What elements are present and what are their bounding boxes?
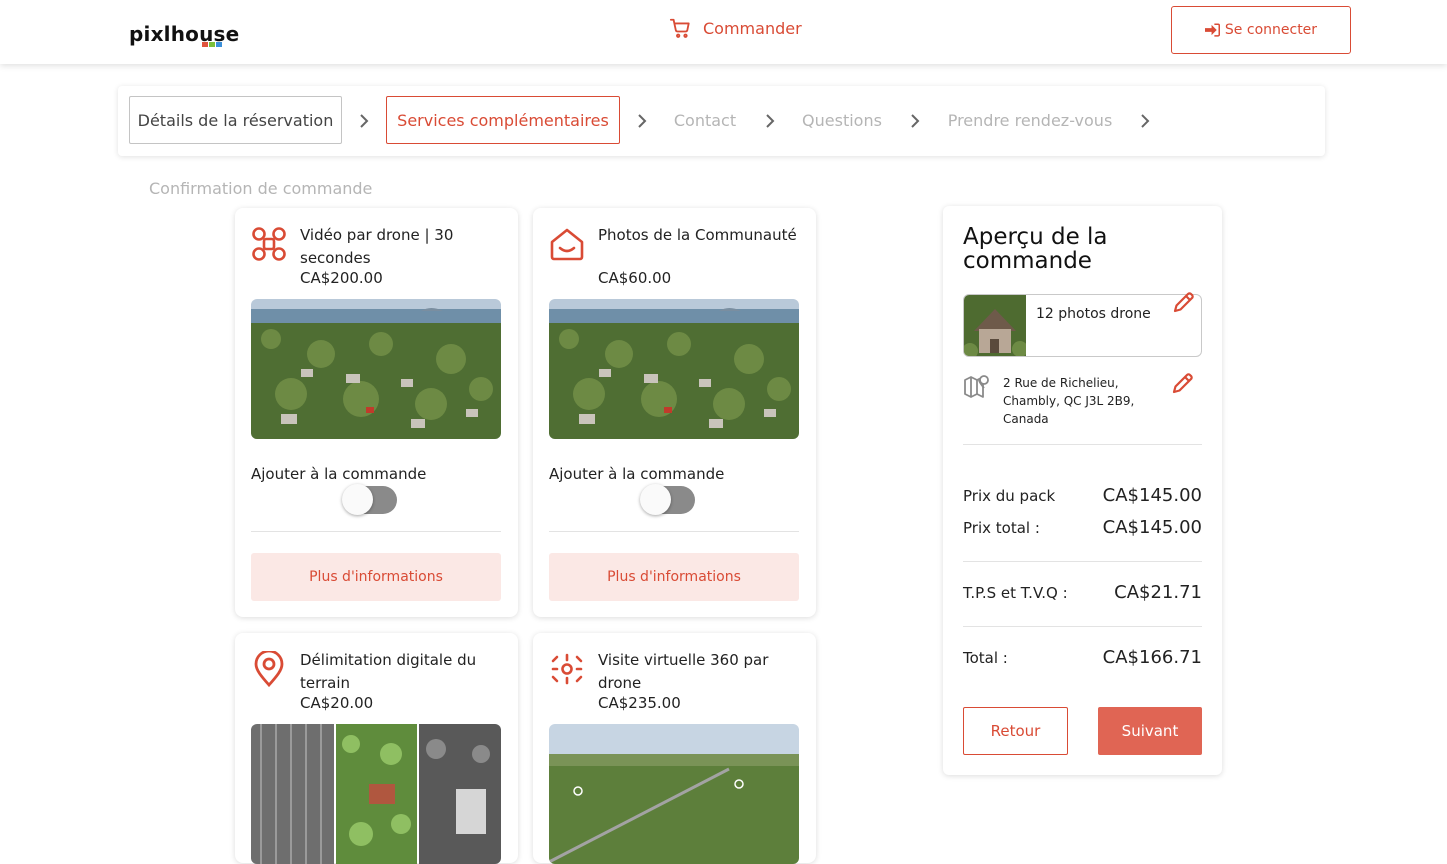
service-title: Délimitation digitale du terrain [300, 651, 477, 692]
more-info-button[interactable]: Plus d'informations [549, 553, 799, 601]
chevron-right-icon [911, 114, 920, 128]
service-price: CA$235.00 [598, 694, 681, 712]
service-title: Visite virtuelle 360 par drone [598, 651, 769, 692]
next-button[interactable]: Suivant [1098, 707, 1202, 755]
service-title: Vidéo par drone | 30 secondes [300, 226, 454, 267]
tax-label: T.P.S et T.V.Q : [963, 583, 1068, 602]
toggle-knob [342, 484, 373, 515]
step-label: Détails de la réservation [137, 110, 334, 130]
chevron-right-icon [1141, 114, 1150, 128]
step-additional-services[interactable]: Services complémentaires [386, 96, 620, 144]
package-item: 12 photos drone [963, 294, 1202, 357]
chevron-right-icon [360, 114, 369, 128]
grand-total-value: CA$166.71 [1102, 647, 1202, 668]
logo-dots [202, 42, 222, 47]
step-label: Prendre rendez-vous [947, 110, 1113, 130]
land-boundary-photo [251, 724, 501, 864]
commander-link[interactable]: Commander [669, 17, 802, 39]
grand-total-label: Total : [963, 648, 1008, 667]
drone-icon [252, 227, 286, 261]
summary-title: Aperçu de la commande [963, 224, 1108, 274]
step-contact[interactable]: Contact [668, 96, 742, 144]
step-reservation-details[interactable]: Détails de la réservation [129, 96, 342, 144]
divider [963, 444, 1202, 445]
aerial-fields-photo [549, 724, 799, 864]
top-navbar: pixlhouse Commander Se connecter [0, 0, 1447, 64]
tax-value: CA$21.71 [1114, 582, 1202, 603]
divider [251, 531, 501, 532]
total-price-value: CA$145.00 [1102, 517, 1202, 538]
aerial-town-photo [251, 299, 501, 439]
order-summary-panel: Aperçu de la commande 12 photos drone 2 … [943, 206, 1222, 775]
service-price: CA$200.00 [300, 269, 383, 287]
total-price-label: Prix total : [963, 518, 1040, 537]
add-to-order-label: Ajouter à la commande [251, 465, 427, 483]
total-price-row: Prix total : CA$145.00 [963, 517, 1202, 538]
aerial-town-photo [549, 299, 799, 439]
service-price: CA$20.00 [300, 694, 374, 712]
login-label: Se connecter [1224, 22, 1318, 38]
logo-text: pixlhouse [129, 22, 240, 46]
delivery-address: 2 Rue de Richelieu, Chambly, QC J3L 2B9,… [1003, 376, 1135, 426]
service-price: CA$60.00 [598, 269, 672, 287]
pack-price-label: Prix du pack [963, 486, 1056, 505]
service-card-land-boundary: Délimitation digitale du terrain CA$20.0… [235, 633, 518, 864]
package-label: 12 photos drone [1036, 306, 1151, 322]
toggle-knob [640, 484, 671, 515]
add-to-order-label: Ajouter à la commande [549, 465, 725, 483]
step-label: Contact [673, 110, 737, 130]
edit-package-pencil-icon[interactable] [1172, 290, 1196, 314]
service-card-drone-video: Vidéo par drone | 30 secondes CA$200.00 … [235, 208, 518, 617]
divider [549, 531, 799, 532]
pack-price-value: CA$145.00 [1102, 485, 1202, 506]
more-info-button[interactable]: Plus d'informations [251, 553, 501, 601]
login-button[interactable]: Se connecter [1171, 6, 1351, 54]
pack-price-row: Prix du pack CA$145.00 [963, 485, 1202, 506]
map-pin-icon [964, 375, 989, 398]
divider [963, 561, 1202, 562]
commander-label: Commander [703, 18, 802, 38]
chevron-right-icon [766, 114, 775, 128]
service-title: Photos de la Communauté [598, 226, 797, 244]
step-label: Services complémentaires [397, 110, 609, 130]
add-to-order-toggle[interactable] [640, 484, 695, 515]
tax-row: T.P.S et T.V.Q : CA$21.71 [963, 582, 1202, 603]
step-book-appointment[interactable]: Prendre rendez-vous [941, 96, 1119, 144]
edit-address-pencil-icon[interactable] [1171, 371, 1195, 395]
virtual-tour-360-icon [551, 653, 583, 685]
step-order-confirmation[interactable]: Confirmation de commande [149, 179, 372, 198]
step-label: Questions [802, 110, 882, 130]
step-questions[interactable]: Questions [796, 96, 888, 144]
chevron-right-icon [638, 114, 647, 128]
add-to-order-toggle[interactable] [342, 484, 397, 515]
back-button[interactable]: Retour [963, 707, 1068, 755]
order-stepper: Détails de la réservation Services compl… [118, 86, 1325, 156]
community-icon [550, 228, 584, 261]
house-thumbnail [964, 295, 1028, 356]
sign-in-icon [1204, 23, 1220, 37]
service-card-community-photos: Photos de la Communauté CA$60.00 Ajouter… [533, 208, 816, 617]
service-card-virtual-tour: Visite virtuelle 360 par drone CA$235.00 [533, 633, 816, 864]
cart-icon [669, 18, 690, 38]
grand-total-row: Total : CA$166.71 [963, 647, 1202, 668]
location-pin-icon [254, 651, 284, 687]
pixlhouse-logo[interactable]: pixlhouse [129, 22, 240, 47]
divider [963, 626, 1202, 627]
